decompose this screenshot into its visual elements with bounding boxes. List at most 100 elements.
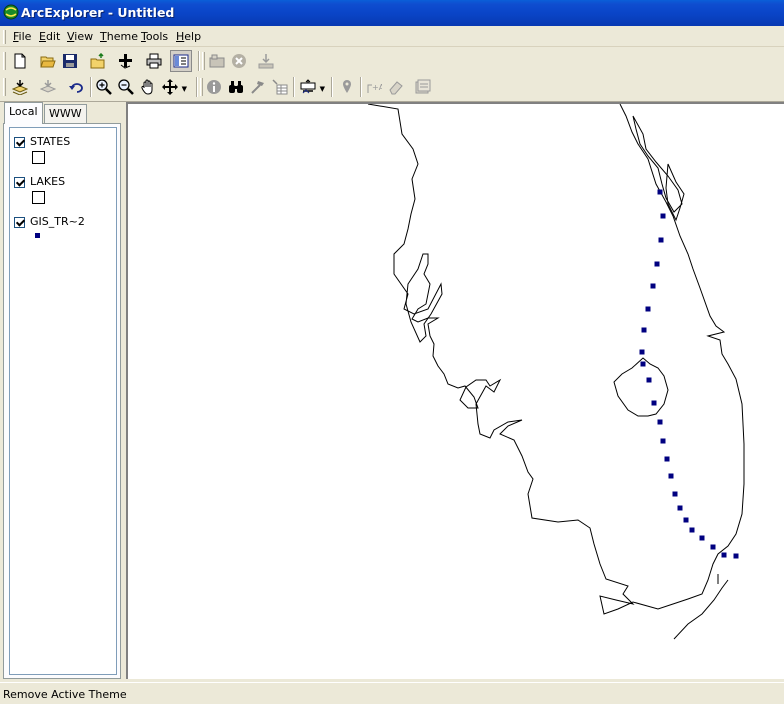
open-button[interactable] — [37, 50, 59, 72]
map-canvas[interactable] — [128, 104, 784, 679]
menu-bar: File Edit View Theme Tools Help — [0, 26, 784, 47]
gis-tr-point[interactable] — [646, 377, 652, 383]
gis-tr-point[interactable] — [654, 261, 660, 267]
toolbar-grip[interactable] — [3, 78, 6, 96]
toolbar-separator — [196, 77, 198, 97]
tab-www[interactable]: WWW — [44, 104, 87, 123]
erase-button[interactable] — [385, 76, 407, 98]
gis-tr-point[interactable] — [641, 327, 647, 333]
cancel-x-icon — [232, 54, 246, 68]
toolbar-separator — [331, 77, 333, 97]
layer-visibility-checkbox[interactable] — [14, 217, 25, 228]
gis-tr-point[interactable] — [658, 237, 664, 243]
theme-remove-button[interactable] — [37, 76, 59, 98]
gis-tr-point[interactable] — [668, 473, 674, 479]
polygon-symbol-icon — [32, 191, 45, 204]
lake-okeechobee — [613, 357, 669, 417]
gis-tr-point[interactable] — [639, 349, 645, 355]
menu-edit[interactable]: Edit — [39, 30, 60, 43]
menu-help[interactable]: Help — [176, 30, 201, 43]
menu-tools[interactable]: Tools — [141, 30, 168, 43]
identify-button[interactable] — [203, 76, 225, 98]
properties-button[interactable] — [412, 76, 434, 98]
layer-name: LAKES — [30, 175, 66, 188]
find-button[interactable] — [225, 76, 247, 98]
legend-list[interactable]: STATES LAKES GIS_TR~2 — [9, 127, 117, 675]
layer-visibility-checkbox[interactable] — [14, 137, 25, 148]
menu-view[interactable]: View — [67, 30, 93, 43]
menu-bar-grip[interactable] — [3, 30, 6, 44]
title-bar: ArcExplorer - Untitled — [0, 0, 784, 26]
add-theme-button[interactable] — [115, 50, 137, 72]
states-coastline — [367, 104, 745, 615]
gis-tr-point[interactable] — [660, 213, 666, 219]
toolbar-separator — [360, 77, 362, 97]
folder-up-icon — [90, 53, 105, 69]
save-disk-icon — [63, 54, 77, 68]
open-project-button[interactable] — [87, 50, 109, 72]
window-title: ArcExplorer - Untitled — [21, 5, 175, 20]
zoom-in-button[interactable] — [93, 76, 115, 98]
arcexplorer-globe-icon — [3, 4, 19, 20]
save-button[interactable] — [59, 50, 81, 72]
properties-icon — [415, 79, 431, 94]
gis-tr-point[interactable] — [721, 552, 727, 558]
gis-tr-point[interactable] — [677, 505, 683, 511]
hand-icon — [141, 79, 153, 95]
gis-tr-point[interactable] — [710, 544, 716, 550]
print-button[interactable] — [143, 50, 165, 72]
zoom-out-button[interactable] — [115, 76, 137, 98]
catalog-button[interactable] — [206, 50, 228, 72]
locate-button[interactable] — [336, 76, 358, 98]
gis-tr-point[interactable] — [657, 419, 663, 425]
info-icon — [207, 80, 221, 94]
open-folder-icon — [40, 56, 56, 68]
toggle-legend-button[interactable] — [170, 50, 192, 72]
point-symbol-icon — [35, 233, 40, 238]
query-button[interactable] — [269, 76, 291, 98]
gis-tr-point[interactable] — [660, 438, 666, 444]
new-map-button[interactable] — [9, 50, 31, 72]
export-button[interactable] — [255, 50, 277, 72]
move-arrows-icon — [162, 79, 178, 95]
measure-button[interactable] — [247, 76, 269, 98]
menu-file[interactable]: File — [13, 30, 31, 43]
dropdown-arrow-icon[interactable]: ▼ — [320, 85, 325, 93]
tab-local[interactable]: Local — [4, 102, 43, 124]
printer-icon — [146, 53, 162, 69]
gis-tr-point[interactable] — [689, 527, 695, 533]
dropdown-arrow-icon[interactable]: ▼ — [182, 85, 187, 93]
gis-tr-point[interactable] — [651, 400, 657, 406]
gis-tr-point[interactable] — [657, 189, 663, 195]
legend-panel: Local WWW STATES LAKES GIS_TR~2 — [0, 102, 124, 680]
layer-name: STATES — [30, 135, 71, 148]
gis-tr-point[interactable] — [733, 553, 739, 559]
gis-tr-point[interactable] — [699, 535, 705, 541]
select-button[interactable]: ▼ — [297, 76, 325, 98]
layers-edit-icon — [12, 80, 28, 95]
status-bar: Remove Active Theme — [0, 682, 784, 704]
undo-arrow-icon — [69, 83, 83, 93]
undo-button[interactable] — [65, 76, 87, 98]
pan-button[interactable] — [137, 76, 159, 98]
gis-tr-point[interactable] — [664, 456, 670, 462]
pin-icon — [343, 80, 351, 93]
label-button[interactable]: +A — [363, 76, 385, 98]
theme-properties-button[interactable] — [9, 76, 31, 98]
label-icon: +A — [367, 83, 382, 93]
menu-theme[interactable]: Theme — [100, 30, 138, 43]
cancel-button[interactable] — [228, 50, 250, 72]
gis-tr-point[interactable] — [672, 491, 678, 497]
layer-visibility-checkbox[interactable] — [14, 177, 25, 188]
gis-tr-point[interactable] — [683, 517, 689, 523]
toolbar-grip[interactable] — [3, 52, 6, 70]
map-view[interactable] — [126, 102, 784, 679]
standard-toolbar — [0, 48, 784, 74]
gis-tr-point[interactable] — [640, 361, 646, 367]
gis-tr-point[interactable] — [645, 306, 651, 312]
layer-name: GIS_TR~2 — [30, 215, 85, 228]
polygon-symbol-icon — [32, 151, 45, 164]
toolbar-grip[interactable] — [202, 52, 205, 70]
full-extent-button[interactable]: ▼ — [159, 76, 187, 98]
gis-tr-point[interactable] — [650, 283, 656, 289]
